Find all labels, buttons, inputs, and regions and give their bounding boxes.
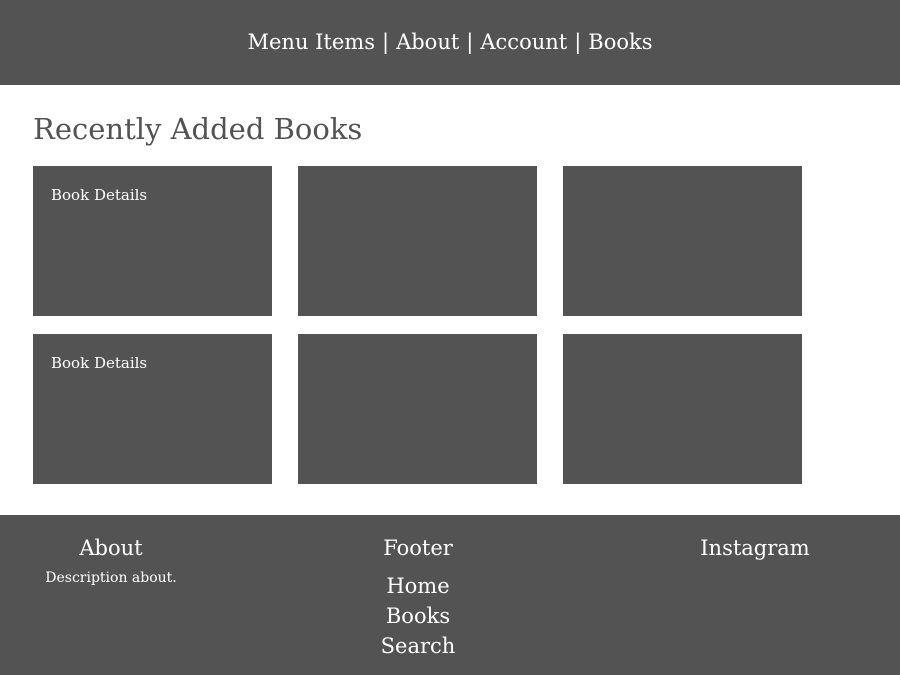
nav-about[interactable]: About [396,30,459,54]
book-card-label: Book Details [51,186,148,204]
section-title: Recently Added Books [33,112,363,146]
book-card[interactable]: Book Details [33,166,272,316]
footer-links: Home Books Search [327,571,509,661]
book-card[interactable] [563,334,802,484]
site-header: Menu Items | About | Account | Books [0,0,900,85]
footer-heading: Footer [383,536,453,560]
footer-link-home[interactable]: Home [327,571,509,601]
nav-menu-items[interactable]: Menu Items [247,30,375,54]
book-card[interactable] [563,166,802,316]
site-footer: About Description about. Footer Home Boo… [0,515,900,675]
footer-links-column: Footer Home Books Search [327,535,509,661]
nav-books[interactable]: Books [588,30,652,54]
footer-instagram-heading[interactable]: Instagram [664,535,846,561]
nav-account[interactable]: Account [480,30,567,54]
book-card[interactable] [298,166,537,316]
footer-link-search[interactable]: Search [327,631,509,661]
footer-about-column: About Description about. [20,535,202,586]
footer-about-heading: About [79,536,143,560]
footer-about-description: Description about. [45,570,177,586]
main-nav: Menu Items | About | Account | Books [247,30,652,54]
book-card[interactable]: Book Details [33,334,272,484]
book-card-label: Book Details [51,354,148,372]
nav-separator: | [574,30,582,54]
book-card[interactable] [298,334,537,484]
nav-separator: | [382,30,390,54]
footer-instagram-column: Instagram [664,535,846,561]
nav-separator: | [466,30,474,54]
footer-link-books[interactable]: Books [327,601,509,631]
